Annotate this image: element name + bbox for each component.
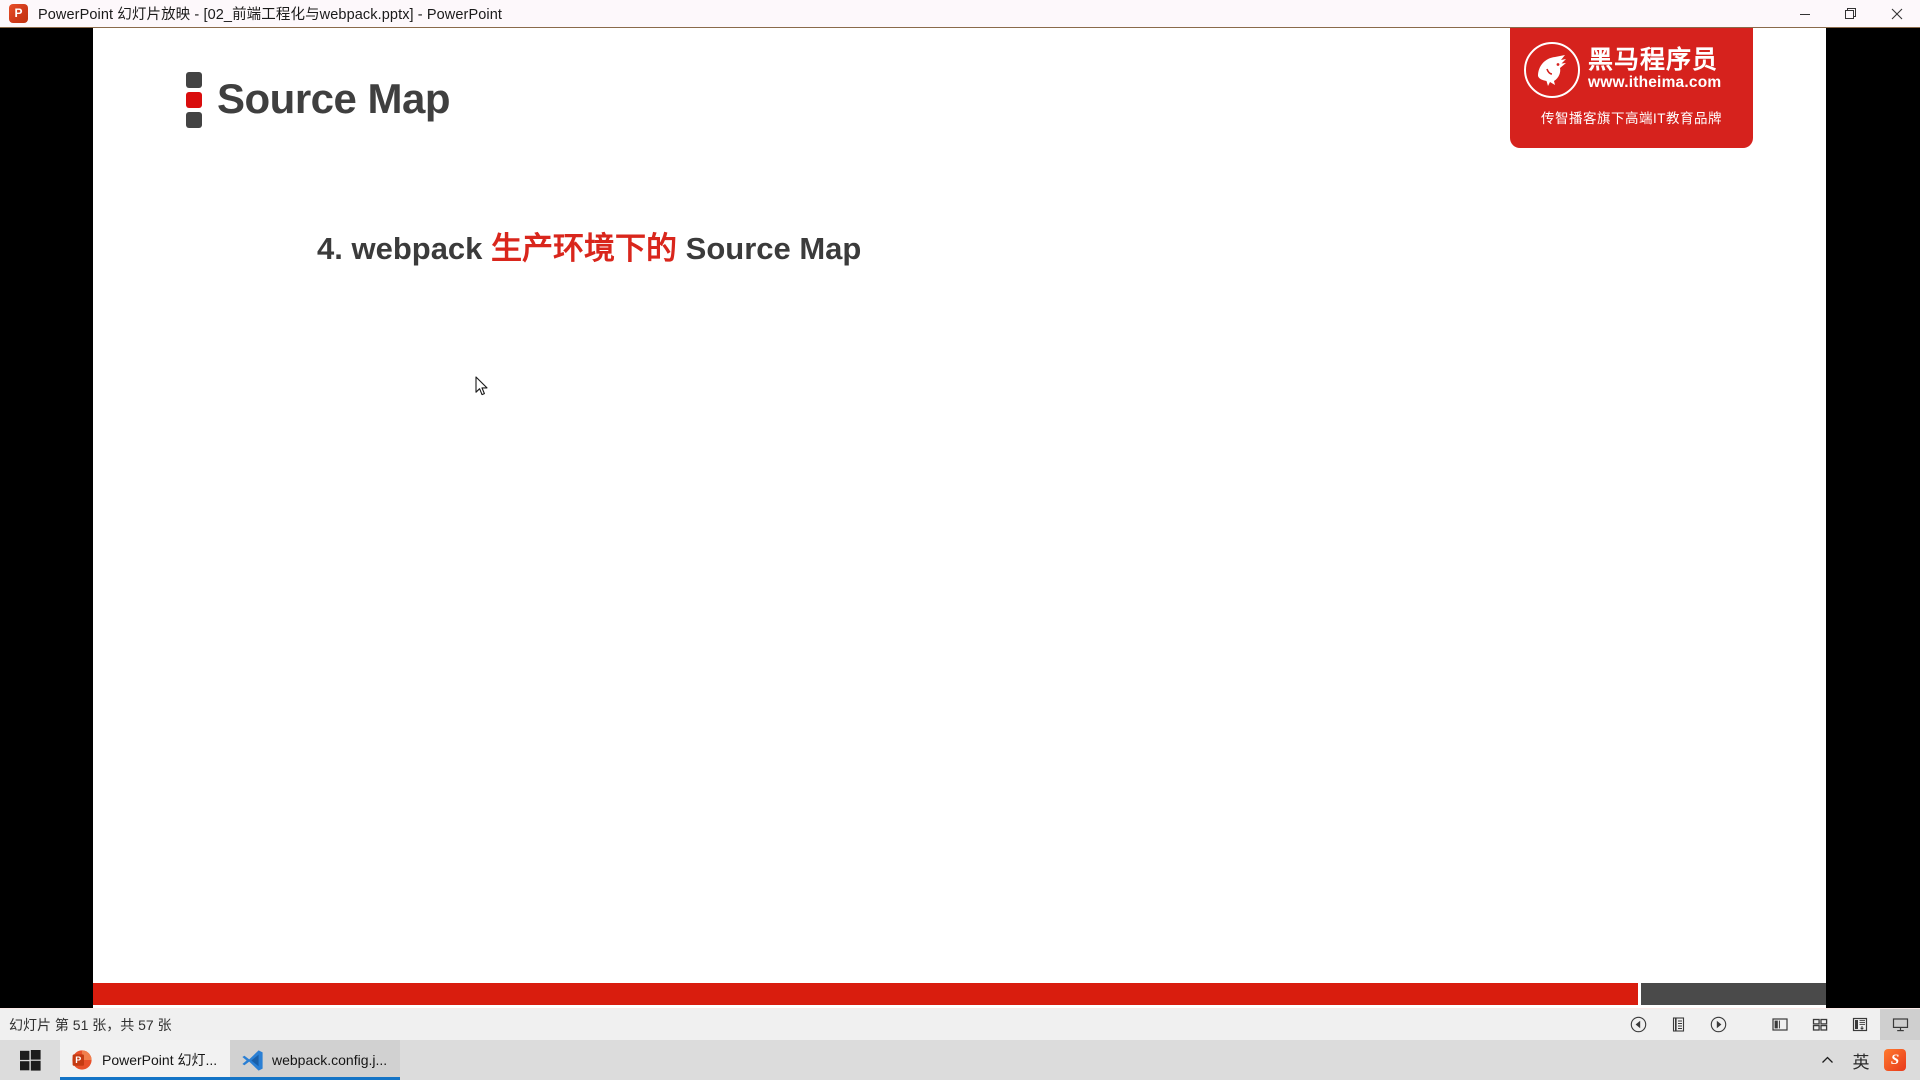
windows-start-button[interactable] [0, 1040, 60, 1080]
close-icon [1891, 8, 1903, 19]
slideshow-screen-icon [1892, 1017, 1908, 1031]
heading-suffix: Source Map [677, 231, 862, 266]
three-squares-marker-icon [186, 72, 202, 128]
reading-view-icon [1852, 1017, 1868, 1032]
ime-icon: 英 [1852, 1052, 1870, 1073]
status-bar-separator [1738, 1009, 1760, 1041]
sogou-ime-button[interactable]: S [1878, 1040, 1912, 1080]
reading-view-button[interactable] [1840, 1009, 1880, 1041]
circle-left-arrow-icon [1630, 1016, 1646, 1033]
content-heading: 4. webpack 生产环境下的 Source Map [317, 223, 861, 268]
vscode-icon [240, 1048, 264, 1072]
status-bar: 幻灯片 第 51 张，共 57 张 [0, 1008, 1920, 1041]
restore-icon [1845, 7, 1856, 19]
taskbar-item-powerpoint[interactable]: P PowerPoint 幻灯... [60, 1040, 230, 1080]
footer-accent-bar-secondary [1641, 983, 1826, 1005]
status-bar-buttons [1618, 1008, 1920, 1041]
logo-url: www.itheima.com [1588, 74, 1722, 92]
page-title: Source Map [217, 75, 451, 122]
powerpoint-icon: P [9, 3, 29, 24]
itheima-logo: 黑马程序员 www.itheima.com 传智播客旗下高端IT教育品牌 [1510, 28, 1753, 148]
slideshow-letterbox: Source Map 黑马程序员 www.itheima.com 传智播客旗下高… [0, 28, 1920, 1008]
svg-text:P: P [75, 1055, 81, 1065]
windows-start-icon [19, 1049, 41, 1071]
ime-language-indicator[interactable]: 英 [1844, 1040, 1878, 1080]
taskbar-item-label: PowerPoint 幻灯... [102, 1052, 218, 1068]
minimize-icon [1800, 13, 1810, 15]
window-titlebar: P PowerPoint 幻灯片放映 - [02_前端工程化与webpack.p… [0, 0, 1920, 28]
restore-button[interactable] [1828, 0, 1874, 28]
heading-highlight: 生产环境下的 [491, 231, 678, 266]
window-title: PowerPoint 幻灯片放映 - [02_前端工程化与webpack.ppt… [38, 7, 503, 23]
normal-view-button[interactable] [1760, 1009, 1800, 1041]
slide-counter: 幻灯片 第 51 张，共 57 张 [9, 1016, 172, 1033]
next-slide-button[interactable] [1698, 1009, 1738, 1041]
windows-taskbar: P PowerPoint 幻灯... webpack.config.j... 英… [0, 1040, 1920, 1080]
logo-tagline: 传智播客旗下高端IT教育品牌 [1541, 111, 1722, 126]
logo-brand-name: 黑马程序员 [1588, 46, 1719, 75]
system-tray: 英 S [1810, 1040, 1920, 1080]
taskbar-item-label: webpack.config.j... [272, 1052, 388, 1068]
slide-canvas[interactable]: Source Map 黑马程序员 www.itheima.com 传智播客旗下高… [93, 28, 1826, 1008]
slide-sorter-button[interactable] [1800, 1009, 1840, 1041]
window-controls [1782, 0, 1920, 28]
chevron-up-icon [1821, 1056, 1833, 1063]
horse-head-icon [1524, 42, 1580, 98]
minimize-button[interactable] [1782, 0, 1828, 28]
slide-title-block: Source Map [186, 70, 451, 128]
show-hidden-icons-button[interactable] [1810, 1040, 1844, 1080]
footer-accent-bar-primary [93, 983, 1638, 1005]
sogou-icon: S [1884, 1049, 1906, 1071]
notes-button[interactable] [1658, 1009, 1698, 1041]
taskbar-item-vscode[interactable]: webpack.config.j... [230, 1040, 400, 1080]
heading-prefix: 4. webpack [317, 231, 492, 266]
close-button[interactable] [1874, 0, 1920, 28]
previous-slide-button[interactable] [1618, 1009, 1658, 1041]
slide-sorter-icon [1812, 1018, 1828, 1031]
notes-page-icon [1672, 1017, 1684, 1032]
normal-view-icon [1772, 1018, 1788, 1031]
circle-right-arrow-icon [1710, 1016, 1726, 1033]
slideshow-view-button[interactable] [1880, 1008, 1920, 1041]
powerpoint-icon: P [70, 1048, 94, 1072]
